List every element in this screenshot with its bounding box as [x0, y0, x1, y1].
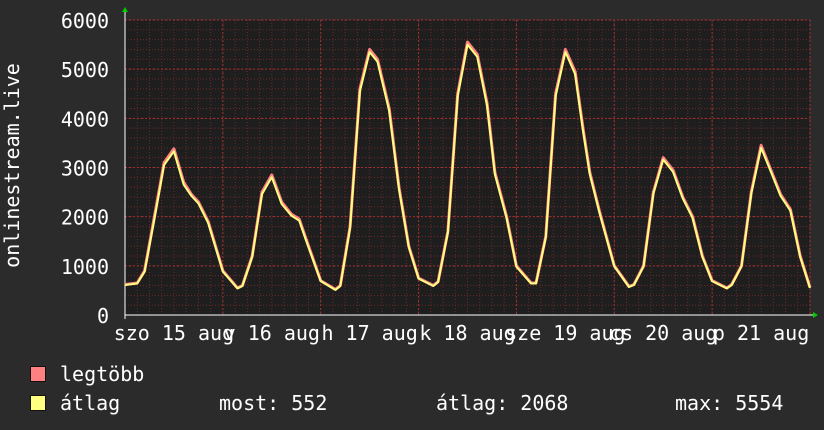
x-tick-label: k 18 aug [419, 321, 515, 345]
y-axis-arrow [122, 7, 128, 12]
legend-avg-swatch [30, 395, 46, 411]
legend-avg-label: átlag [60, 391, 121, 415]
x-tick-label: cs 20 aug [609, 321, 717, 345]
legend-max: legtöbb [30, 362, 144, 386]
y-tick-label: 0 [97, 304, 109, 328]
y-tick-label: 5000 [61, 58, 109, 82]
stat-now: most: 552 [219, 391, 328, 415]
x-tick-label: v 16 aug [224, 321, 320, 345]
x-tick-label: szo 15 aug [114, 321, 234, 345]
legend-max-swatch [30, 366, 46, 382]
stat-avg: átlag: 2068 [436, 391, 569, 415]
x-tick-label: sze 19 aug [505, 321, 625, 345]
graph-panel: 0 1000 2000 3000 4000 5000 6000 szo 15 aug v 16 … [0, 0, 824, 430]
y-tick-label: 2000 [61, 206, 109, 230]
x-tick-label: h 17 aug [321, 321, 417, 345]
x-tick-label: p 21 aug [713, 321, 809, 345]
legend-avg: átlag [30, 391, 120, 415]
y-axis-label: onlinestream.live [0, 63, 24, 268]
y-tick-label: 3000 [61, 157, 109, 181]
stat-max: max: 5554 [675, 391, 784, 415]
legend-max-label: legtöbb [60, 362, 145, 386]
y-tick-label: 1000 [61, 255, 109, 279]
y-tick-label: 6000 [61, 9, 109, 33]
x-axis-arrow [813, 312, 818, 318]
y-tick-label: 4000 [61, 107, 109, 131]
